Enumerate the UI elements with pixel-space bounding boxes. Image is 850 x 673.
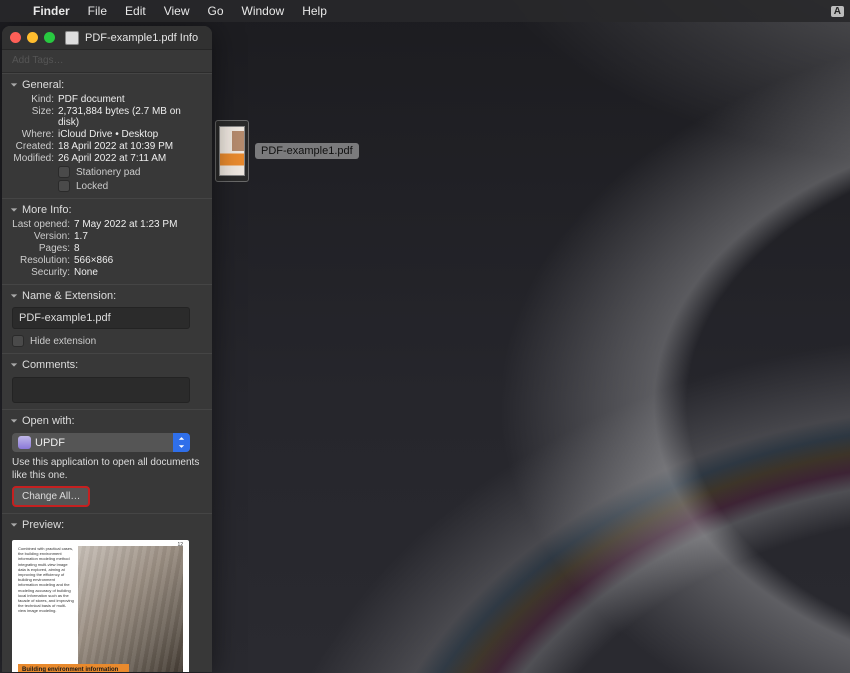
window-title: PDF-example1.pdf Info <box>85 32 198 44</box>
hide-extension-label: Hide extension <box>30 336 96 347</box>
titlebar[interactable]: PDF-example1.pdf Info <box>2 26 212 50</box>
hide-extension-checkbox[interactable]: Hide extension <box>12 333 202 347</box>
disclosure-triangle-icon <box>10 417 18 425</box>
last-opened-label: Last opened: <box>12 219 70 230</box>
checkbox-icon <box>12 335 24 347</box>
menubar: Finder File Edit View Go Window Help A <box>0 0 850 22</box>
zoom-button[interactable] <box>44 32 55 43</box>
menubar-item-view[interactable]: View <box>155 4 199 18</box>
section-preview-header[interactable]: Preview: <box>2 513 212 534</box>
menubar-item-file[interactable]: File <box>79 4 116 18</box>
open-with-hint: Use this application to open all documen… <box>12 456 202 486</box>
checkbox-icon <box>58 166 70 178</box>
locked-checkbox[interactable]: Locked <box>12 178 202 192</box>
preview-caption: Building environment information modelin… <box>18 664 129 672</box>
resolution-label: Resolution: <box>12 255 70 266</box>
kind-label: Kind: <box>12 94 54 105</box>
stationery-pad-checkbox[interactable]: Stationery pad <box>12 164 202 178</box>
section-name-ext-header[interactable]: Name & Extension: <box>2 284 212 305</box>
stationery-pad-label: Stationery pad <box>76 167 141 178</box>
kind-value: PDF document <box>58 94 202 105</box>
menubar-item-window[interactable]: Window <box>233 4 294 18</box>
input-source-indicator[interactable]: A <box>831 6 844 17</box>
open-with-app-name: UPDF <box>35 437 65 449</box>
last-opened-value: 7 May 2022 at 1:23 PM <box>74 219 202 230</box>
menubar-item-go[interactable]: Go <box>199 4 233 18</box>
security-label: Security: <box>12 267 70 278</box>
pages-value: 8 <box>74 243 202 254</box>
checkbox-icon <box>58 180 70 192</box>
info-scroll-area[interactable]: Add Tags… General: Kind: PDF document Si… <box>2 50 212 672</box>
modified-value: 26 April 2022 at 7:11 AM <box>58 153 202 164</box>
section-general-header[interactable]: General: <box>2 73 212 94</box>
menubar-item-edit[interactable]: Edit <box>116 4 155 18</box>
get-info-window: PDF-example1.pdf Info Add Tags… General:… <box>2 26 212 672</box>
proxy-icon <box>65 31 79 45</box>
section-name-ext-title: Name & Extension: <box>22 290 116 302</box>
close-button[interactable] <box>10 32 21 43</box>
disclosure-triangle-icon <box>10 361 18 369</box>
minimize-button[interactable] <box>27 32 38 43</box>
version-value: 1.7 <box>74 231 202 242</box>
disclosure-triangle-icon <box>10 521 18 529</box>
size-value: 2,731,884 bytes (2.7 MB on disk) <box>58 106 202 128</box>
preview-thumbnail: 12 Combined with practical cases, the bu… <box>12 540 189 672</box>
modified-label: Modified: <box>12 153 54 164</box>
tags-field[interactable]: Add Tags… <box>2 50 212 73</box>
resolution-value: 566×866 <box>74 255 202 266</box>
section-general-title: General: <box>22 79 64 91</box>
disclosure-triangle-icon <box>10 81 18 89</box>
comments-textarea[interactable] <box>12 377 190 403</box>
change-all-button[interactable]: Change All… <box>12 486 90 507</box>
section-comments-title: Comments: <box>22 359 78 371</box>
created-label: Created: <box>12 141 54 152</box>
file-thumbnail <box>215 120 249 182</box>
section-openwith-header[interactable]: Open with: <box>2 409 212 430</box>
created-value: 18 April 2022 at 10:39 PM <box>58 141 202 152</box>
filename-input[interactable] <box>12 307 190 329</box>
section-moreinfo-title: More Info: <box>22 204 72 216</box>
section-moreinfo-header[interactable]: More Info: <box>2 198 212 219</box>
app-icon <box>18 436 31 449</box>
section-preview-title: Preview: <box>22 519 64 531</box>
pages-label: Pages: <box>12 243 70 254</box>
menubar-item-help[interactable]: Help <box>293 4 336 18</box>
active-app-name[interactable]: Finder <box>24 4 79 18</box>
desktop-file[interactable]: PDF-example1.pdf <box>215 120 359 182</box>
locked-label: Locked <box>76 181 108 192</box>
security-value: None <box>74 267 202 278</box>
where-value: iCloud Drive • Desktop <box>58 129 202 140</box>
disclosure-triangle-icon <box>10 292 18 300</box>
section-comments-header[interactable]: Comments: <box>2 353 212 374</box>
section-openwith-title: Open with: <box>22 415 75 427</box>
open-with-select[interactable]: UPDF <box>12 433 190 452</box>
where-label: Where: <box>12 129 54 140</box>
file-name-label: PDF-example1.pdf <box>255 143 359 159</box>
size-label: Size: <box>12 106 54 128</box>
chevron-up-down-icon <box>173 433 190 452</box>
disclosure-triangle-icon <box>10 206 18 214</box>
version-label: Version: <box>12 231 70 242</box>
